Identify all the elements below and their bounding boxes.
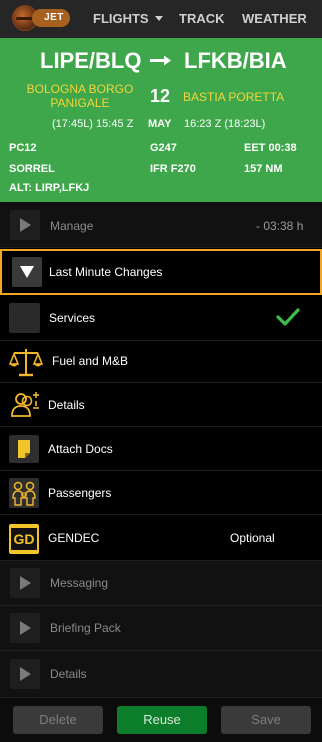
play-icon [10,659,40,689]
arrival-code: LFKB/BIA [184,48,287,73]
gendec-label: GENDEC [48,531,100,545]
menu-item-fuel-mb[interactable]: Fuel and M&B [0,341,322,383]
footer-actions: Delete Reuse Save [0,698,322,742]
chevron-down-icon [154,16,163,22]
departure-time: (17:45L) 15:45 Z [52,118,134,130]
checkmark-icon [276,308,300,326]
lmc-label: Last Minute Changes [49,265,163,279]
crew-details-icon [11,392,39,417]
passengers-label: Passengers [48,486,112,500]
flight-month: MAY [148,118,172,130]
menu-item-services[interactable]: Services [0,296,322,341]
registration: G247 [150,142,177,154]
flight-day: 12 [150,86,171,106]
passengers-icon [9,478,39,508]
arrival-time: 16:23 Z (18:23L) [184,118,266,130]
menu-item-passengers[interactable]: Passengers [0,471,322,515]
menu-item-attach-docs[interactable]: Attach Docs [0,427,322,471]
play-icon [10,613,40,643]
menu-item-gendec[interactable]: GD GENDEC Optional [0,515,322,561]
nav-flights[interactable]: FLIGHTS [93,0,163,38]
menu-item-last-minute-changes[interactable]: Last Minute Changes [0,249,322,295]
manage-time: - 03:38 h [256,219,304,233]
flight-rules: IFR F270 [150,163,196,175]
menu-item-briefing-pack[interactable]: Briefing Pack [0,606,322,651]
eet: EET 00:38 [244,142,297,154]
nav-flights-label: FLIGHTS [93,11,149,26]
aircraft-type: PC12 [9,142,37,154]
logo-text: JET [32,9,70,27]
messaging-label: Messaging [50,576,109,590]
pilot-in-command: SORREL [9,163,55,175]
flight-summary-panel: LIPE/BLQ LFKB/BIA BOLOGNA BORGO PANIGALE… [0,38,322,202]
play-icon [10,210,40,240]
alternates: ALT: LIRP,LFKJ [9,182,90,194]
app-logo[interactable]: JET [12,5,70,31]
services-icon [9,303,40,333]
menu-item-details-secondary[interactable]: Details [0,651,322,698]
departure-code: LIPE/BLQ [40,48,142,73]
arrow-right-icon [150,52,172,68]
manage-label: Manage [50,219,94,233]
services-label: Services [49,311,96,325]
scale-icon [9,349,43,377]
details-label: Details [48,398,85,412]
nav-track[interactable]: TRACK [179,0,225,38]
play-icon [10,568,40,598]
attach-docs-label: Attach Docs [48,442,113,456]
menu-item-details[interactable]: Details [0,383,322,427]
gendec-icon: GD [9,524,39,554]
details-secondary-label: Details [50,667,87,681]
arrival-name: BASTIA PORETTA [183,90,285,104]
save-button[interactable]: Save [221,706,311,734]
top-nav-bar: JET FLIGHTS TRACK WEATHER [0,0,322,38]
document-icon [9,435,39,463]
menu-item-messaging[interactable]: Messaging [0,561,322,606]
distance: 157 NM [244,163,283,175]
delete-button[interactable]: Delete [13,706,103,734]
menu-item-manage[interactable]: Manage - 03:38 h [0,202,322,248]
departure-name: BOLOGNA BORGO PANIGALE [26,82,134,110]
fuel-label: Fuel and M&B [52,354,129,368]
gendec-status: Optional [230,531,275,545]
gendec-icon-text: GD [11,528,37,550]
triangle-down-icon [12,257,42,287]
briefing-pack-label: Briefing Pack [50,621,121,635]
nav-weather[interactable]: WEATHER [242,0,307,38]
reuse-button[interactable]: Reuse [117,706,207,734]
